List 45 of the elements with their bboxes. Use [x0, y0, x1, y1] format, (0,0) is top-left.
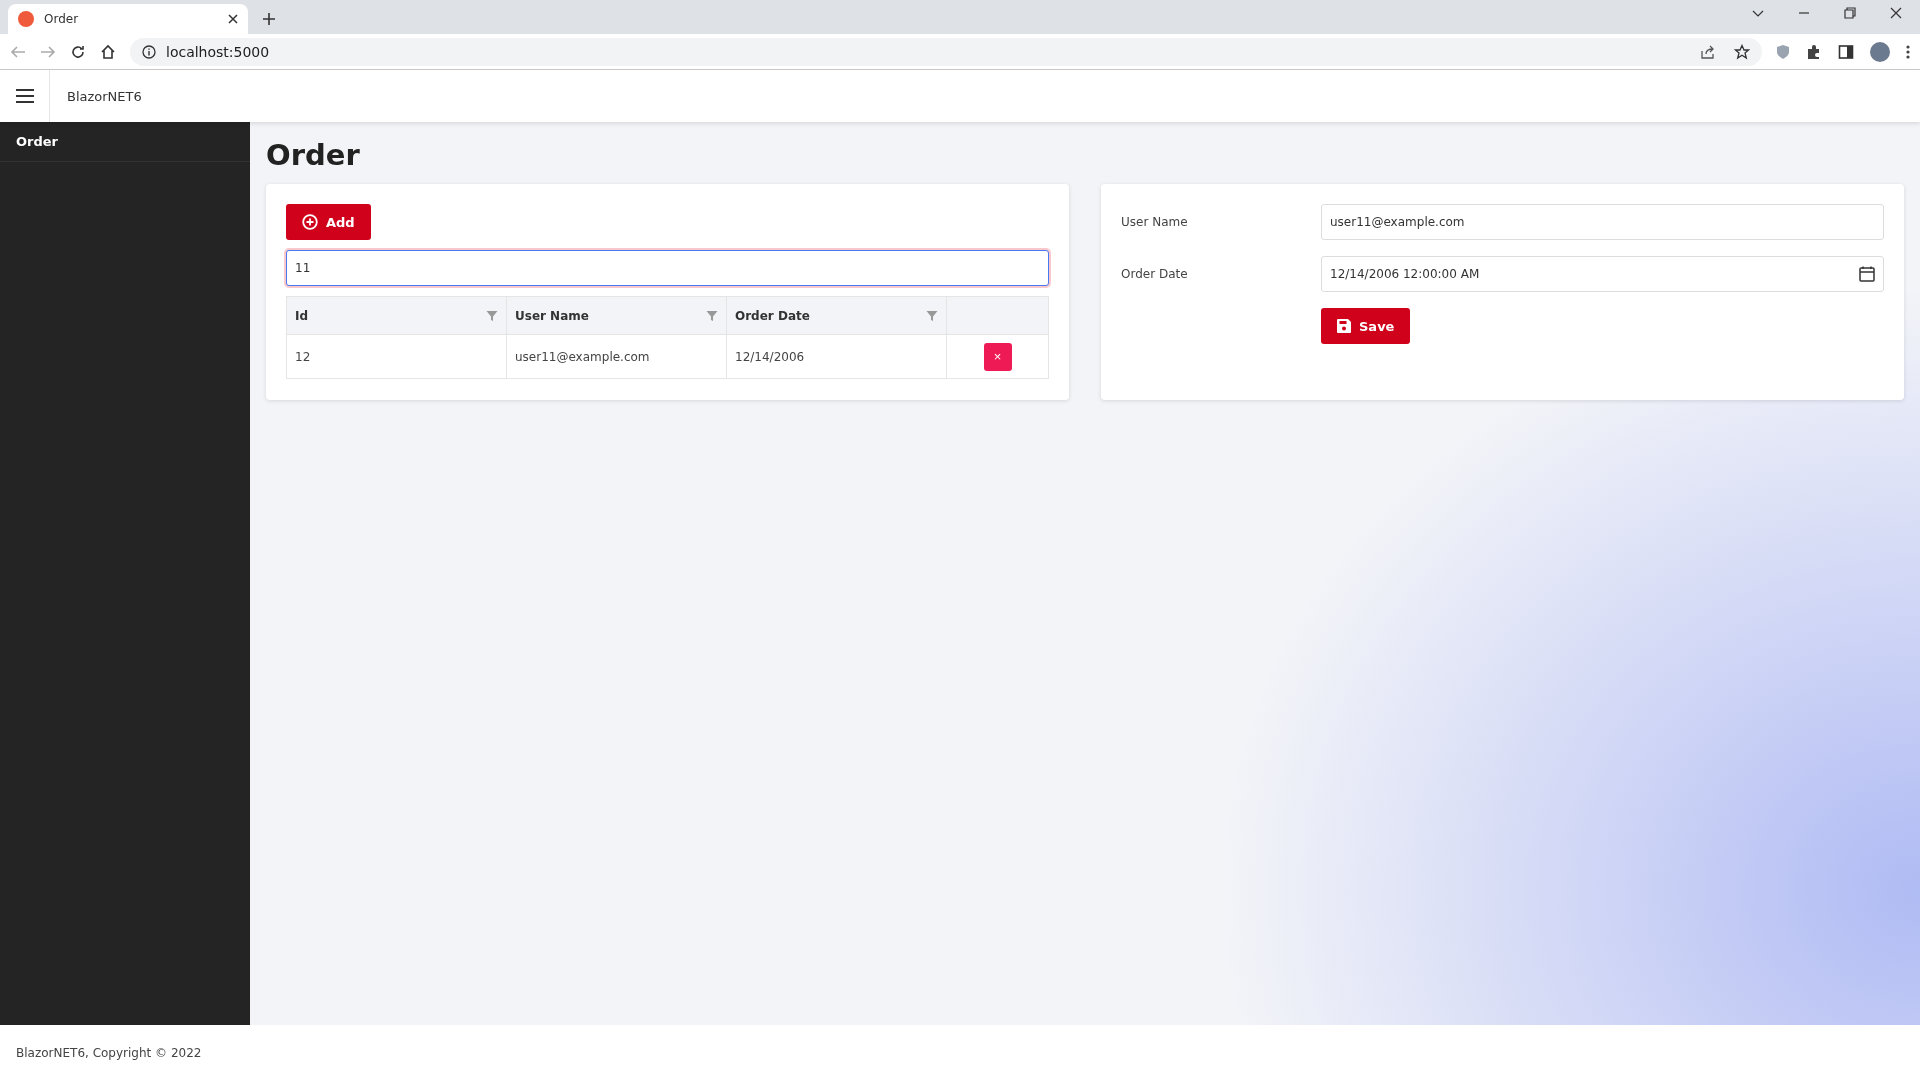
browser-tab[interactable]: Order: [8, 4, 248, 34]
address-bar[interactable]: localhost:5000: [130, 37, 1762, 66]
close-icon[interactable]: [1890, 7, 1902, 19]
column-label: Order Date: [735, 308, 810, 323]
table-cell: user11@example.com: [506, 334, 727, 379]
plus-icon[interactable]: [262, 12, 276, 26]
share-icon[interactable]: [1700, 43, 1716, 60]
date-field[interactable]: 12/14/2006 12:00:00 AM: [1321, 256, 1884, 292]
filter-icon[interactable]: [926, 309, 938, 322]
text-field[interactable]: user11@example.com: [1321, 204, 1884, 240]
star-icon[interactable]: [1734, 43, 1750, 60]
calendar-icon[interactable]: [1859, 266, 1875, 282]
page-title: Order: [266, 138, 361, 172]
url-text: localhost:5000: [166, 43, 270, 60]
site-icon: [18, 11, 34, 27]
add-button[interactable]: Add: [286, 204, 371, 240]
field-label: Order Date: [1121, 267, 1189, 281]
save-button[interactable]: Save: [1321, 308, 1411, 344]
home-icon[interactable]: [100, 43, 116, 60]
side-panel-icon[interactable]: [1838, 43, 1854, 60]
column-header[interactable]: Order Date: [726, 296, 947, 335]
puzzle-icon[interactable]: [1806, 43, 1822, 60]
shield-icon[interactable]: [1776, 43, 1790, 60]
tab-title: Order: [44, 12, 80, 26]
reload-icon[interactable]: [70, 43, 86, 60]
table-cell: 12: [286, 334, 507, 379]
avatar[interactable]: [1870, 41, 1890, 62]
footer-text: BlazorNET6, Copyright © 2022: [16, 1045, 202, 1060]
info-icon: [142, 44, 156, 59]
more-vertical-icon[interactable]: [1906, 43, 1910, 60]
app-title: BlazorNET6: [66, 88, 142, 104]
column-label: User Name: [515, 308, 589, 323]
restore-icon[interactable]: [1844, 7, 1856, 19]
plus-circle-icon: [302, 214, 318, 230]
column-header[interactable]: User Name: [506, 296, 727, 335]
menu-icon: [14, 88, 35, 104]
delete-button[interactable]: ×: [983, 342, 1012, 371]
field-label: User Name: [1121, 215, 1189, 229]
column-header[interactable]: Id: [286, 296, 507, 335]
filter-icon[interactable]: [706, 309, 718, 322]
filter-icon[interactable]: [486, 309, 498, 322]
close-icon[interactable]: [228, 14, 238, 24]
column-label: Id: [295, 308, 309, 323]
filter-field[interactable]: 11: [286, 250, 1049, 286]
table-cell: 12/14/2006: [726, 334, 947, 379]
